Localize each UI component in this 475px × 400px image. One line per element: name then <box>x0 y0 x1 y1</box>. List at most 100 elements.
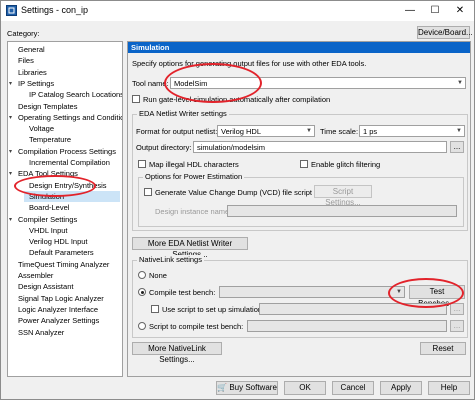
nativelink-group: NativeLink settings None Compile test be… <box>132 255 468 338</box>
category-tree[interactable]: General Files Libraries ▾ IP Settings IP Cata… <box>7 41 123 377</box>
tree-item-design-entry-synthesis[interactable]: Design Entry/Synthesis <box>29 181 107 190</box>
apply-button[interactable]: Apply <box>380 381 422 395</box>
settings-window: Settings - con_ip — ☐ ✕ Category: Device… <box>0 0 475 400</box>
format-select[interactable]: Verilog HDL ▼ <box>217 125 315 137</box>
simulation-panel: Simulation Specify options for generatin… <box>127 41 471 377</box>
compile-test-bench-label: Compile test bench: <box>149 288 216 297</box>
device-board-button[interactable]: Device/Board... <box>417 26 473 39</box>
tree-item-power-analyzer-settings[interactable]: Power Analyzer Settings <box>18 316 99 325</box>
power-estimation-group: Options for Power Estimation Generate Va… <box>138 172 464 227</box>
power-estimation-title: Options for Power Estimation <box>143 172 245 181</box>
design-instance-label: Design instance name: <box>155 207 232 216</box>
tree-item-operating-settings-and-conditic[interactable]: Operating Settings and Conditic <box>18 113 122 122</box>
buy-software-label: Buy Software <box>229 383 277 392</box>
tree-expand-icon[interactable]: ▾ <box>9 148 12 155</box>
timescale-label: Time scale: <box>320 127 359 136</box>
design-instance-input[interactable] <box>227 205 457 217</box>
tool-name-label: Tool name: <box>132 79 169 88</box>
tree-expand-icon[interactable]: ▾ <box>9 80 12 87</box>
reset-button[interactable]: Reset <box>420 342 466 355</box>
tree-item-eda-tool-settings[interactable]: EDA Tool Settings <box>18 169 78 178</box>
nativelink-title: NativeLink settings <box>137 255 204 264</box>
chevron-down-icon: ▼ <box>457 80 463 86</box>
timescale-select[interactable]: 1 ps ▼ <box>359 125 465 137</box>
tree-item-signal-tap-logic-analyzer[interactable]: Signal Tap Logic Analyzer <box>18 294 104 303</box>
cancel-button[interactable]: Cancel <box>332 381 374 395</box>
tree-item-compilation-process-settings[interactable]: Compilation Process Settings <box>18 147 116 156</box>
tree-item-files[interactable]: Files <box>18 56 34 65</box>
script-compile-label: Script to compile test bench: <box>149 322 244 331</box>
format-value: Verilog HDL <box>221 127 262 136</box>
tree-item-design-templates[interactable]: Design Templates <box>18 102 77 111</box>
output-directory-browse-button[interactable]: ... <box>450 141 464 153</box>
use-script-browse-button[interactable]: ... <box>450 303 464 315</box>
tree-item-simulation[interactable]: Simulation <box>29 192 64 201</box>
tool-name-select[interactable]: ModelSim ▼ <box>170 77 466 89</box>
script-settings-button[interactable]: Script Settings... <box>314 185 372 207</box>
use-script-checkbox[interactable] <box>151 305 159 313</box>
more-eda-settings-button[interactable]: More EDA Netlist Writer Settings... <box>132 237 248 259</box>
compile-test-bench-select[interactable]: ▼ <box>219 286 405 298</box>
tree-expand-icon[interactable]: ▾ <box>9 170 12 177</box>
panel-description: Specify options for generating output fi… <box>132 59 367 68</box>
run-gate-level-label: Run gate-level simulation automatically … <box>143 95 331 104</box>
tree-item-verilog-hdl-input[interactable]: Verilog HDL Input <box>29 237 88 246</box>
tree-item-general[interactable]: General <box>18 45 45 54</box>
enable-glitch-label: Enable glitch filtering <box>311 160 381 169</box>
run-gate-level-checkbox[interactable] <box>132 95 140 103</box>
title-bar: Settings - con_ip — ☐ ✕ <box>1 1 474 21</box>
ok-button[interactable]: OK <box>284 381 326 395</box>
tree-item-timequest-timing-analyzer[interactable]: TimeQuest Timing Analyzer <box>18 260 109 269</box>
script-compile-input[interactable] <box>247 320 447 332</box>
script-compile-radio[interactable] <box>138 322 146 330</box>
close-button[interactable]: ✕ <box>448 1 472 21</box>
more-nativelink-settings-button[interactable]: More NativeLink Settings... <box>132 342 222 364</box>
chevron-down-icon: ▼ <box>456 128 462 134</box>
panel-title: Simulation <box>128 42 470 53</box>
tree-item-board-level[interactable]: Board-Level <box>29 203 69 212</box>
tree-item-ip-catalog-search-locations[interactable]: IP Catalog Search Locations <box>29 90 122 99</box>
test-benches-button[interactable]: Test Benches... <box>409 285 465 308</box>
tree-item-libraries[interactable]: Libraries <box>18 68 47 77</box>
generate-vcd-checkbox[interactable] <box>144 188 152 196</box>
maximize-button[interactable]: ☐ <box>423 1 447 21</box>
chevron-down-icon: ▼ <box>306 128 312 134</box>
tree-item-voltage[interactable]: Voltage <box>29 124 54 133</box>
category-label: Category: <box>7 29 40 38</box>
tree-item-ip-settings[interactable]: IP Settings <box>18 79 54 88</box>
eda-netlist-title: EDA Netlist Writer settings <box>137 109 229 118</box>
tree-item-default-parameters[interactable]: Default Parameters <box>29 248 94 257</box>
none-radio[interactable] <box>138 271 146 279</box>
tree-item-temperature[interactable]: Temperature <box>29 135 71 144</box>
help-button[interactable]: Help <box>428 381 470 395</box>
tool-name-value: ModelSim <box>174 79 208 88</box>
buy-software-button[interactable]: 🛒 Buy Software <box>216 381 278 395</box>
window-title: Settings - con_ip <box>21 5 89 15</box>
use-script-input[interactable] <box>259 303 447 315</box>
format-label: Format for output netlist: <box>136 127 218 136</box>
chevron-down-icon: ▼ <box>396 289 402 295</box>
output-directory-input[interactable]: simulation/modelsim <box>193 141 447 153</box>
tree-expand-icon[interactable]: ▾ <box>9 114 12 121</box>
tree-item-logic-analyzer-interface[interactable]: Logic Analyzer Interface <box>18 305 98 314</box>
enable-glitch-checkbox[interactable] <box>300 160 308 168</box>
eda-netlist-group: EDA Netlist Writer settings Format for o… <box>132 109 468 231</box>
generate-vcd-label: Generate Value Change Dump (VCD) file sc… <box>155 188 313 197</box>
tree-item-ssn-analyzer[interactable]: SSN Analyzer <box>18 328 64 337</box>
quartus-app-icon <box>6 5 17 16</box>
script-compile-browse-button[interactable]: ... <box>450 320 464 332</box>
none-radio-label: None <box>149 271 167 280</box>
map-illegal-label: Map illegal HDL characters <box>149 160 239 169</box>
output-directory-label: Output directory: <box>136 143 192 152</box>
tree-item-design-assistant[interactable]: Design Assistant <box>18 282 73 291</box>
compile-test-bench-radio[interactable] <box>138 288 146 296</box>
tree-item-incremental-compilation[interactable]: Incremental Compilation <box>29 158 110 167</box>
minimize-button[interactable]: — <box>398 1 422 21</box>
tree-item-vhdl-input[interactable]: VHDL Input <box>29 226 68 235</box>
tree-item-compiler-settings[interactable]: Compiler Settings <box>18 215 77 224</box>
cart-icon: 🛒 <box>217 383 228 392</box>
tree-expand-icon[interactable]: ▾ <box>9 216 12 223</box>
timescale-value: 1 ps <box>363 127 378 136</box>
map-illegal-checkbox[interactable] <box>138 160 146 168</box>
tree-item-assembler[interactable]: Assembler <box>18 271 53 280</box>
